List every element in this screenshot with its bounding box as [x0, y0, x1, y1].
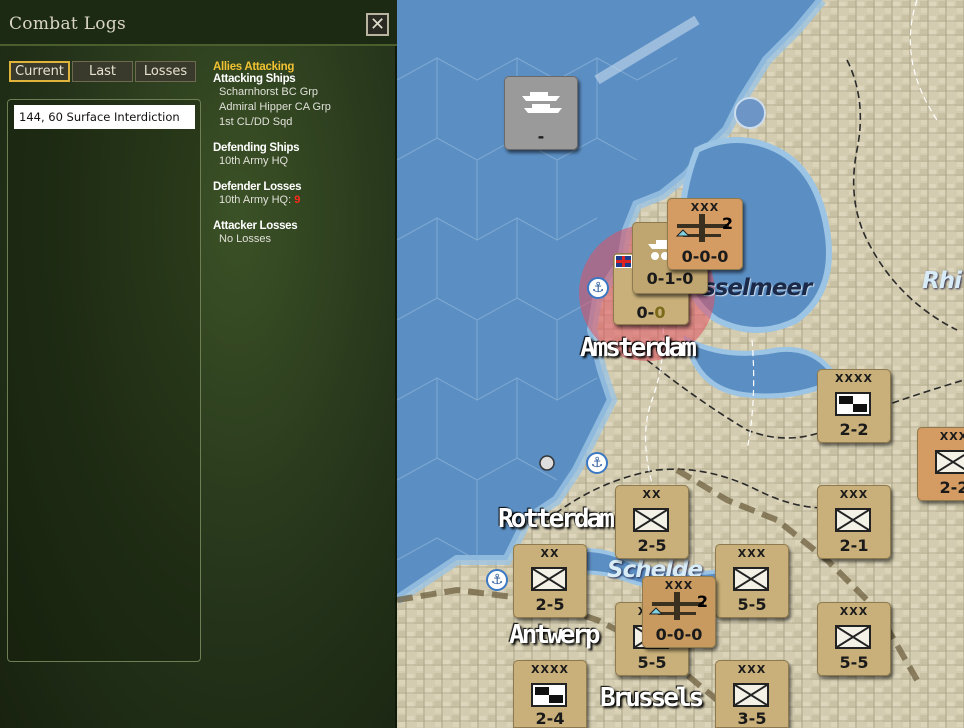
combat-logs-panel: Combat Logs ✕ Current Last Losses 144, 6…	[0, 0, 397, 728]
log-entry[interactable]: 144, 60 Surface Interdiction	[14, 105, 195, 129]
air-counter[interactable]: XXX 2 0-0-0	[667, 198, 743, 270]
unit-counter[interactable]: XXX 3-5	[715, 660, 789, 728]
unit-strength: 5-5	[839, 653, 869, 672]
unit-strength: 2-2	[839, 420, 869, 439]
unit-counter[interactable]: XXX 2-1	[817, 485, 891, 559]
unit-size: XXX	[839, 605, 869, 618]
unit-strength: 2-5	[637, 536, 667, 555]
ship-icon	[522, 92, 562, 113]
unit-size: XXX	[839, 488, 869, 501]
unit-strength: 3-5	[737, 709, 767, 728]
infantry-icon	[935, 450, 964, 474]
water-label: sselmeer	[702, 275, 812, 301]
air-count: 2	[696, 592, 708, 611]
air-counter[interactable]: XXX 2 0-0-0	[642, 576, 716, 648]
uk-flag-icon	[615, 255, 632, 268]
unit-strength: 2-2	[939, 478, 964, 497]
anchor-icon: ⚓	[586, 452, 608, 474]
attacker-side: Allies Attacking	[213, 61, 295, 73]
attacking-ship: Scharnhorst BC Grp	[219, 86, 319, 98]
unit-counter[interactable]: XXX 5-5	[715, 544, 789, 618]
unit-counter[interactable]: XXXX 2-4	[513, 660, 587, 728]
naval-strength: -	[537, 127, 545, 146]
unit-strength: 2-4	[535, 709, 565, 728]
infantry-icon	[633, 508, 669, 532]
combat-detail: Allies Attacking Attacking Ships Scharnh…	[213, 61, 393, 247]
air-strength: 0-0-0	[681, 247, 729, 266]
combat-log-list: 144, 60 Surface Interdiction	[7, 99, 201, 662]
naval-counter[interactable]: -	[504, 76, 578, 150]
unit-size: XX	[642, 488, 662, 501]
unit-counter[interactable]: XXXX 2-2	[817, 369, 891, 443]
infantry-icon	[733, 567, 769, 591]
defender-losses-heading: Defender Losses	[213, 181, 302, 193]
attacking-ships-heading: Attacking Ships	[213, 73, 296, 85]
city-label-rotterdam: Rotterdam	[498, 504, 615, 534]
unit-size: XXX	[939, 430, 964, 443]
stack-strength-lower: 0-0	[636, 303, 666, 322]
attacking-ship: Admiral Hipper CA Grp	[219, 101, 331, 113]
defender-loss-line: 10th Army HQ: 9	[213, 193, 393, 208]
unit-counter[interactable]: XXX 5-5	[817, 602, 891, 676]
tab-last[interactable]: Last	[72, 61, 133, 82]
unit-counter[interactable]: XX 2-5	[513, 544, 587, 618]
defending-ship: 10th Army HQ	[219, 155, 289, 167]
unit-strength: 2-1	[839, 536, 869, 555]
tab-current[interactable]: Current	[9, 61, 70, 82]
defender-loss-value: 9	[294, 194, 301, 206]
unit-counter[interactable]: XXX 2-2	[917, 427, 964, 501]
defending-ships-heading: Defending Ships	[213, 142, 300, 154]
panel-title: Combat Logs	[9, 14, 127, 34]
infantry-icon	[835, 508, 871, 532]
attacker-losses-heading: Attacker Losses	[213, 220, 298, 232]
panel-titlebar: Combat Logs ✕	[0, 0, 397, 46]
attacker-losses-value: No Losses	[219, 233, 271, 245]
city-label-amsterdam: Amsterdam	[580, 333, 697, 363]
unit-size: XXXX	[835, 372, 873, 385]
infantry-icon	[835, 625, 871, 649]
water-label: Rhi	[922, 268, 962, 294]
close-icon[interactable]: ✕	[366, 13, 389, 36]
air-count: 2	[721, 214, 733, 233]
city-label-antwerp: Antwerp	[509, 620, 601, 650]
unit-size: XX	[540, 547, 560, 560]
anchor-icon: ⚓	[587, 277, 609, 299]
stack-strength: 0-1-0	[646, 269, 694, 288]
armor-icon	[531, 683, 567, 707]
defender-loss-unit: 10th Army HQ:	[219, 194, 292, 206]
city-label-brussels: Brussels	[600, 683, 704, 713]
game-map[interactable]: sselmeer Schelde Rhi - 0-0 0-1-0 XXX 2 0…	[397, 0, 964, 728]
unit-size: XXX	[737, 663, 767, 676]
anchor-icon: ⚓	[486, 569, 508, 591]
infantry-icon	[531, 567, 567, 591]
armor-icon	[835, 392, 871, 416]
unit-size: XXX	[737, 547, 767, 560]
unit-size: XXXX	[531, 663, 569, 676]
attacking-ship: 1st CL/DD Sqd	[219, 116, 293, 128]
unit-strength: 5-5	[637, 653, 667, 672]
unit-strength: 2-5	[535, 595, 565, 614]
infantry-icon	[733, 683, 769, 707]
unit-strength: 5-5	[737, 595, 767, 614]
air-strength: 0-0-0	[655, 625, 703, 644]
tab-losses[interactable]: Losses	[135, 61, 196, 82]
unit-counter[interactable]: XX 2-5	[615, 485, 689, 559]
